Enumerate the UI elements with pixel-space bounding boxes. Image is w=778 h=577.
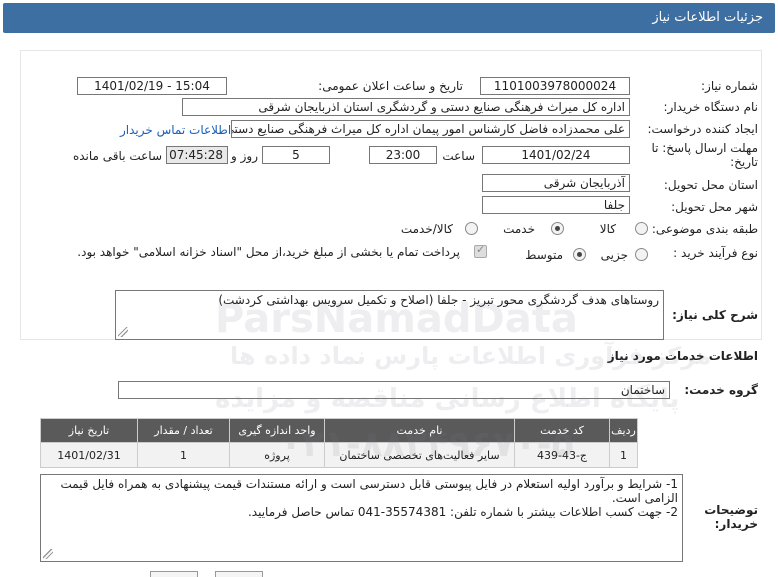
category-option-goods: کالا (599, 222, 616, 236)
process-radio-minor[interactable] (635, 248, 648, 261)
cell-unit: پروژه (229, 442, 325, 468)
service-group-label: گروه خدمت: (684, 383, 758, 397)
province-field[interactable]: آذربایجان شرقی (482, 174, 630, 192)
bottom-button-2[interactable] (215, 571, 263, 577)
remaining-time-field[interactable]: 07:45:28 (166, 146, 228, 164)
table-row[interactable]: 1 ج-43-439 سایر فعالیت‌های تخصصی ساختمان… (40, 442, 638, 468)
deadline-label-1: مهلت ارسال پاسخ: تا (651, 141, 758, 155)
description-textarea[interactable]: روستاهای هدف گردشگری محور تبریز - جلفا (… (115, 290, 664, 340)
days-label: روز و (231, 149, 258, 163)
buyer-notes-label-2: خریدار: (714, 517, 758, 531)
cell-date: 1401/02/31 (40, 442, 138, 468)
resize-grip-icon[interactable] (118, 327, 128, 337)
resize-grip-icon[interactable] (43, 549, 53, 559)
buyer-notes-textarea[interactable]: 1- شرایط و برآورد اولیه استعلام در فایل … (40, 474, 683, 562)
payment-note: پرداخت تمام یا بخشی از مبلغ خرید،از محل … (77, 245, 460, 259)
buyer-field[interactable]: اداره کل میراث فرهنگی صنایع دستی و گردشگ… (182, 98, 630, 116)
col-unit: واحد اندازه گیری (229, 418, 325, 443)
deadline-label-2: تاریخ: (730, 155, 758, 169)
services-section-title: اطلاعات خدمات مورد نیاز (607, 349, 758, 363)
buyer-notes-label-1: توضیحات (704, 503, 758, 517)
col-qty: تعداد / مقدار (137, 418, 230, 443)
description-text: روستاهای هدف گردشگری محور تبریز - جلفا (… (218, 293, 659, 307)
buyer-contact-link[interactable]: اطلاعات تماس خریدار (120, 123, 231, 137)
bottom-button-1[interactable] (150, 571, 198, 577)
col-name: نام خدمت (324, 418, 515, 443)
col-code: کد خدمت (514, 418, 610, 443)
col-row: ردیف (609, 418, 638, 443)
category-option-goods-service: کالا/خدمت (400, 222, 453, 236)
remaining-label: ساعت باقی مانده (72, 149, 162, 163)
service-group-field[interactable]: ساختمان (118, 381, 670, 399)
cell-qty: 1 (137, 442, 230, 468)
category-radio-goods-service[interactable] (465, 222, 478, 235)
creator-field[interactable]: علی محمدزاده فاضل کارشناس امور پیمان ادا… (231, 120, 630, 138)
need-number-field[interactable]: 1101003978000024 (480, 77, 630, 95)
table-header-row: ردیف کد خدمت نام خدمت واحد اندازه گیری ت… (40, 418, 638, 443)
announce-label: تاریخ و ساعت اعلان عمومی: (318, 79, 463, 93)
col-date: تاریخ نیاز (40, 418, 138, 443)
time-label: ساعت (442, 149, 475, 163)
city-field[interactable]: جلفا (482, 196, 630, 214)
deadline-date-field[interactable]: 1401/02/24 (482, 146, 630, 164)
category-radio-goods[interactable] (635, 222, 648, 235)
city-label: شهر محل تحویل: (671, 200, 758, 214)
category-option-service: خدمت (503, 222, 535, 236)
province-label: استان محل تحویل: (663, 178, 758, 192)
process-radio-medium[interactable] (573, 248, 586, 261)
category-label: طبقه بندی موضوعی: (651, 222, 758, 236)
description-label: شرح کلی نیاز: (672, 308, 758, 322)
payment-checkbox[interactable] (474, 243, 487, 258)
services-table-wrap: ردیف کد خدمت نام خدمت واحد اندازه گیری ت… (40, 418, 638, 468)
process-label: نوع فرآیند خرید : (673, 246, 758, 260)
buyer-label: نام دستگاه خریدار: (663, 100, 759, 114)
services-table: ردیف کد خدمت نام خدمت واحد اندازه گیری ت… (40, 418, 638, 468)
process-option-medium: متوسط (525, 248, 563, 262)
cell-name: سایر فعالیت‌های تخصصی ساختمان (324, 442, 515, 468)
page-header: جزئیات اطلاعات نیاز (3, 3, 775, 33)
category-radio-service[interactable] (551, 222, 564, 235)
announce-field[interactable]: 1401/02/19 - 15:04 (77, 77, 227, 95)
deadline-time-field[interactable]: 23:00 (369, 146, 437, 164)
buyer-notes-line-1: 1- شرایط و برآورد اولیه استعلام در فایل … (60, 477, 678, 505)
creator-label: ایجاد کننده درخواست: (647, 122, 758, 136)
cell-row: 1 (609, 442, 638, 468)
days-field[interactable]: 5 (262, 146, 330, 164)
buyer-notes-line-2: 2- جهت کسب اطلاعات بیشتر با شماره تلفن: … (247, 505, 678, 519)
need-number-label: شماره نیاز: (701, 79, 758, 93)
process-option-minor: جزیی (600, 248, 628, 262)
page-title: جزئیات اطلاعات نیاز (652, 10, 763, 25)
cell-code: ج-43-439 (514, 442, 610, 468)
